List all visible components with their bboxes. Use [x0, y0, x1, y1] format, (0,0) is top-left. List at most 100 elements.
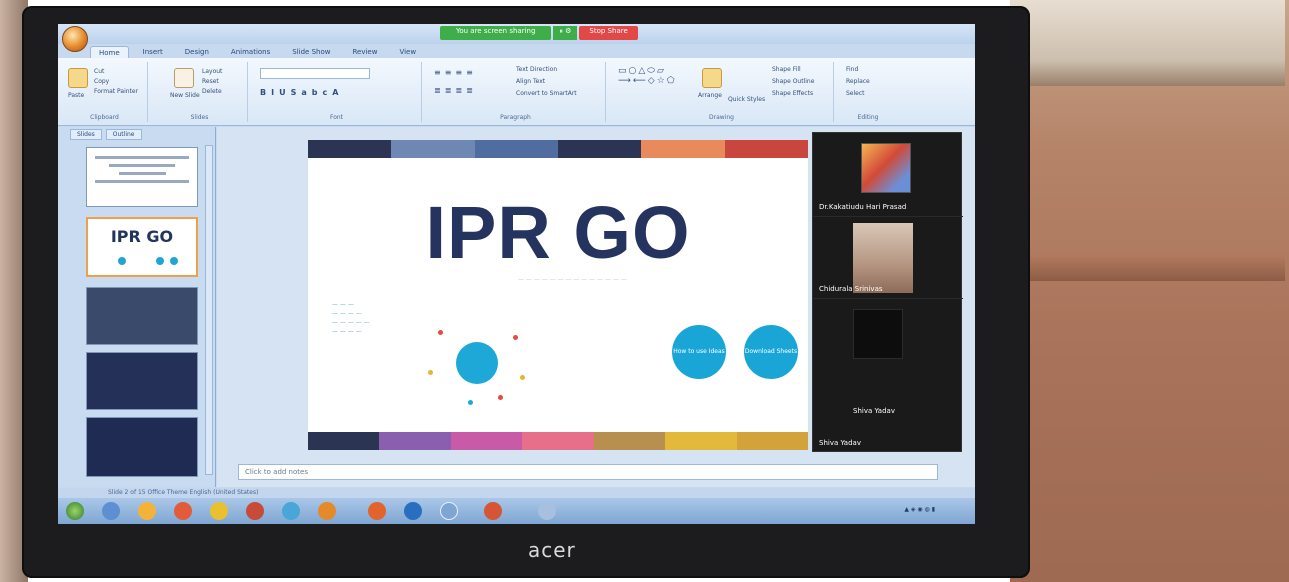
slide-thumbnail-3[interactable]	[86, 287, 198, 345]
taskbar-app-icon[interactable]	[138, 502, 156, 520]
layout-button[interactable]: Layout	[202, 68, 222, 75]
taskbar-app-icon[interactable]	[102, 502, 120, 520]
align-text-button[interactable]: Align Text	[516, 78, 545, 85]
arrange-button[interactable]: Arrange	[698, 92, 722, 99]
shape-outline-button[interactable]: Shape Outline	[772, 78, 814, 85]
delete-button[interactable]: Delete	[202, 88, 222, 95]
thumbnail-dots	[118, 257, 178, 265]
font-name-box[interactable]	[260, 68, 370, 79]
screen-share-toolbar: You are screen sharing ⏸ ⚙ Stop Share	[440, 26, 638, 40]
participant-name: Shiva Yadav	[819, 439, 861, 447]
slide-thumbnail-1[interactable]	[86, 147, 198, 207]
slide-left-text-block: — — — — — — — — — — — — — — — —	[332, 301, 370, 335]
new-slide-icon[interactable]	[174, 68, 194, 88]
taskbar-app-icon[interactable]	[538, 502, 556, 520]
select-button[interactable]: Select	[846, 90, 865, 97]
orbit-dot	[438, 330, 443, 335]
slides-group-label: Slides	[190, 114, 209, 121]
shape-fill-button[interactable]: Shape Fill	[772, 66, 801, 73]
background-shelf-edge	[1010, 255, 1285, 281]
ribbon: Paste Cut Copy Format Painter Clipboard …	[58, 58, 975, 126]
taskbar-app-icon[interactable]	[318, 502, 336, 520]
reset-button[interactable]: Reset	[202, 78, 219, 85]
participant-name: Chidurala Srinivas	[819, 285, 883, 293]
bullet-buttons[interactable]: ≡≡≡≡	[434, 68, 477, 77]
clipboard-group-label: Clipboard	[90, 114, 119, 121]
shapes-gallery[interactable]: ▭○△⬭▱ ⟶⟵◇☆⬠	[618, 66, 677, 86]
cta-circle-left[interactable]: How to use Ideas	[672, 325, 726, 379]
slides-pane-scrollbar[interactable]	[205, 145, 213, 475]
paragraph-group-label: Paragraph	[500, 114, 531, 121]
align-buttons[interactable]: ≣≣≣≣	[434, 86, 477, 95]
notes-pane[interactable]: Click to add notes	[238, 464, 938, 480]
participant-name: Dr.Kakatiudu Hari Prasad	[819, 203, 907, 211]
copy-button[interactable]: Copy	[94, 78, 109, 85]
taskbar-app-icon[interactable]	[282, 502, 300, 520]
title-bar: You are screen sharing ⏸ ⚙ Stop Share	[58, 24, 975, 44]
quick-styles-button[interactable]: Quick Styles	[728, 96, 765, 103]
share-controls[interactable]: ⏸ ⚙	[553, 26, 578, 40]
text-direction-button[interactable]: Text Direction	[516, 66, 557, 73]
orbit-dot	[498, 395, 503, 400]
replace-button[interactable]: Replace	[846, 78, 870, 85]
format-painter-button[interactable]: Format Painter	[94, 88, 138, 95]
editing-group-label: Editing	[857, 114, 879, 121]
new-slide-button[interactable]: New Slide	[170, 92, 200, 99]
tab-slides[interactable]: Slides	[70, 129, 102, 140]
participant-tile[interactable]: Chidurala Srinivas	[813, 217, 963, 299]
clipboard-group: Paste Cut Copy Format Painter Clipboard	[62, 62, 148, 122]
office-button-icon[interactable]	[62, 26, 88, 52]
orbit-dot	[468, 400, 473, 405]
avatar	[861, 143, 911, 193]
paste-icon[interactable]	[68, 68, 88, 88]
paragraph-group: ≡≡≡≡ ≣≣≣≣ Text Direction Align Text Conv…	[426, 62, 606, 122]
background-shelf	[1010, 0, 1285, 86]
tab-outline[interactable]: Outline	[105, 129, 142, 140]
find-button[interactable]: Find	[846, 66, 858, 73]
vlc-icon[interactable]	[368, 502, 386, 520]
start-button-icon[interactable]	[66, 502, 84, 520]
chrome-icon[interactable]	[210, 502, 228, 520]
center-hub-circle	[456, 342, 498, 384]
thumbnail-title: IPR GO	[110, 227, 174, 246]
orbit-dot	[513, 335, 518, 340]
convert-smartart-button[interactable]: Convert to SmartArt	[516, 90, 577, 97]
slides-group: New Slide Layout Reset Delete Slides	[152, 62, 248, 122]
status-bar: Slide 2 of 15 Office Theme English (Unit…	[58, 488, 975, 498]
taskbar-app-icon[interactable]	[174, 502, 192, 520]
current-slide[interactable]: IPR GO — — — — — — — — — — — — — — — — —…	[308, 140, 808, 450]
participant-tile[interactable]: Shiva Yadav Shiva Yadav	[813, 299, 963, 451]
taskbar-app-icon[interactable]	[440, 502, 458, 520]
taskbar-app-icon[interactable]	[246, 502, 264, 520]
editing-group: Find Replace Select Editing	[838, 62, 898, 122]
participant-center-label: Shiva Yadav	[853, 407, 895, 415]
powerpoint-icon[interactable]	[484, 502, 502, 520]
cta-circle-right[interactable]: Download Sheets	[744, 325, 798, 379]
status-text: Slide 2 of 15 Office Theme English (Unit…	[108, 489, 259, 496]
orbit-dot	[520, 375, 525, 380]
system-tray[interactable]: ▲ ◈ ◉ ◍ ▮	[904, 506, 935, 513]
background-wall-right	[1010, 0, 1289, 582]
slide-thumbnail-5[interactable]	[86, 417, 198, 477]
font-format-buttons[interactable]: BIUSabcA	[260, 88, 343, 97]
drawing-group-label: Drawing	[709, 114, 734, 121]
cut-button[interactable]: Cut	[94, 68, 104, 75]
sharing-status: You are screen sharing	[440, 26, 552, 40]
shape-effects-button[interactable]: Shape Effects	[772, 90, 813, 97]
drawing-group: ▭○△⬭▱ ⟶⟵◇☆⬠ Arrange Quick Styles Shape Fi…	[610, 62, 834, 122]
zoom-icon[interactable]	[404, 502, 422, 520]
arrange-icon[interactable]	[702, 68, 722, 88]
participants-panel: Dr.Kakatiudu Hari Prasad Chidurala Srini…	[812, 132, 963, 452]
paste-button[interactable]: Paste	[68, 92, 84, 99]
font-group-label: Font	[329, 114, 344, 121]
slide-thumbnail-4[interactable]	[86, 352, 198, 410]
avatar	[853, 223, 913, 293]
slide-thumbnail-2[interactable]: IPR GO	[86, 217, 198, 277]
notes-placeholder: Click to add notes	[245, 468, 308, 476]
participant-tile[interactable]: Dr.Kakatiudu Hari Prasad	[813, 133, 963, 217]
orbit-dot	[428, 370, 433, 375]
slides-pane: Slides Outline IPR GO	[58, 127, 216, 487]
taskbar: ▲ ◈ ◉ ◍ ▮	[58, 498, 975, 524]
stop-share-button[interactable]: Stop Share	[579, 26, 638, 40]
monitor-brand-logo: acer	[528, 538, 576, 562]
